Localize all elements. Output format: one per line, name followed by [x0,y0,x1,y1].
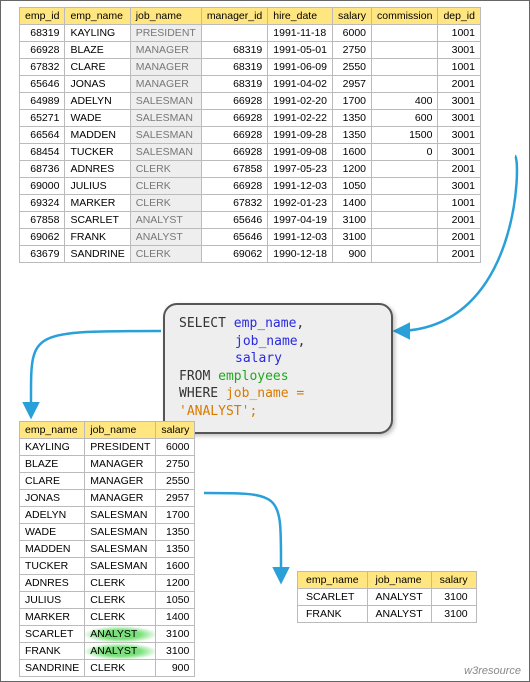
col-emp_id: emp_id [20,8,65,25]
table-row: CLAREMANAGER2550 [20,473,195,490]
col-hire_date: hire_date [268,8,333,25]
table-row: FRANKANALYST3100 [298,606,477,623]
table-row: 68454TUCKERSALESMAN669281991-09-08160003… [20,144,481,161]
source-table: emp_idemp_namejob_namemanager_idhire_dat… [19,7,481,263]
col-job_name: job_name [367,572,431,589]
sql-keyword: SELECT [179,316,234,331]
table-row: SCARLETANALYST3100 [298,589,477,606]
col-commission: commission [372,8,438,25]
table-row: SANDRINECLERK900 [20,660,195,677]
table-row: 63679SANDRINECLERK690621990-12-189002001 [20,246,481,263]
table-row: KAYLINGPRESIDENT6000 [20,439,195,456]
table-row: TUCKERSALESMAN1600 [20,558,195,575]
table-row: 65271WADESALESMAN669281991-02-2213506003… [20,110,481,127]
diagram-canvas: emp_idemp_namejob_namemanager_idhire_dat… [0,0,530,682]
table-row: JULIUSCLERK1050 [20,592,195,609]
table-row: JONASMANAGER2957 [20,490,195,507]
sql-column: salary [235,351,282,366]
table-row: 68736ADNRESCLERK678581997-05-2312002001 [20,161,481,178]
table-row: MADDENSALESMAN1350 [20,541,195,558]
table-row: ADELYNSALESMAN1700 [20,507,195,524]
col-emp_name: emp_name [20,422,85,439]
col-emp_name: emp_name [65,8,130,25]
table-row: SCARLETANALYST3100 [20,626,195,643]
col-emp_name: emp_name [298,572,368,589]
table-row: WADESALESMAN1350 [20,524,195,541]
col-salary: salary [431,572,476,589]
table-row: MARKERCLERK1400 [20,609,195,626]
sql-column: job_name [235,334,298,349]
table-row: 64989ADELYNSALESMAN669281991-02-20170040… [20,93,481,110]
sql-keyword: FROM [179,369,218,384]
sql-table: employees [218,369,288,384]
table-row: 65646JONASMANAGER683191991-04-0229572001 [20,76,481,93]
sql-keyword: WHERE [179,386,226,401]
col-dep_id: dep_id [438,8,481,25]
table-row: 68319KAYLINGPRESIDENT1991-11-1860001001 [20,25,481,42]
table-header-row: emp_namejob_namesalary [20,422,195,439]
col-salary: salary [156,422,195,439]
table-row: 69324MARKERCLERK678321992-01-2314001001 [20,195,481,212]
col-job_name: job_name [130,8,201,25]
projection-table: emp_namejob_namesalaryKAYLINGPRESIDENT60… [19,421,195,677]
col-job_name: job_name [85,422,156,439]
table-header-row: emp_idemp_namejob_namemanager_idhire_dat… [20,8,481,25]
table-row: 69000JULIUSCLERK669281991-12-0310503001 [20,178,481,195]
table-row: 67832CLAREMANAGER683191991-06-0925501001 [20,59,481,76]
table-row: 69062FRANKANALYST656461991-12-0331002001 [20,229,481,246]
table-row: 66928BLAZEMANAGER683191991-05-0127503001 [20,42,481,59]
col-salary: salary [332,8,371,25]
table-header-row: emp_namejob_namesalary [298,572,477,589]
table-row: FRANKANALYST3100 [20,643,195,660]
sql-query-box: SELECT emp_name, job_name, salary FROM e… [163,303,393,434]
sql-column: emp_name [234,316,297,331]
col-manager_id: manager_id [201,8,267,25]
result-table: emp_namejob_namesalarySCARLETANALYST3100… [297,571,477,623]
table-row: 67858SCARLETANALYST656461997-04-19310020… [20,212,481,229]
table-row: ADNRESCLERK1200 [20,575,195,592]
table-row: 66564MADDENSALESMAN669281991-09-28135015… [20,127,481,144]
table-row: BLAZEMANAGER2750 [20,456,195,473]
footer-credit: w3resource [464,665,521,677]
